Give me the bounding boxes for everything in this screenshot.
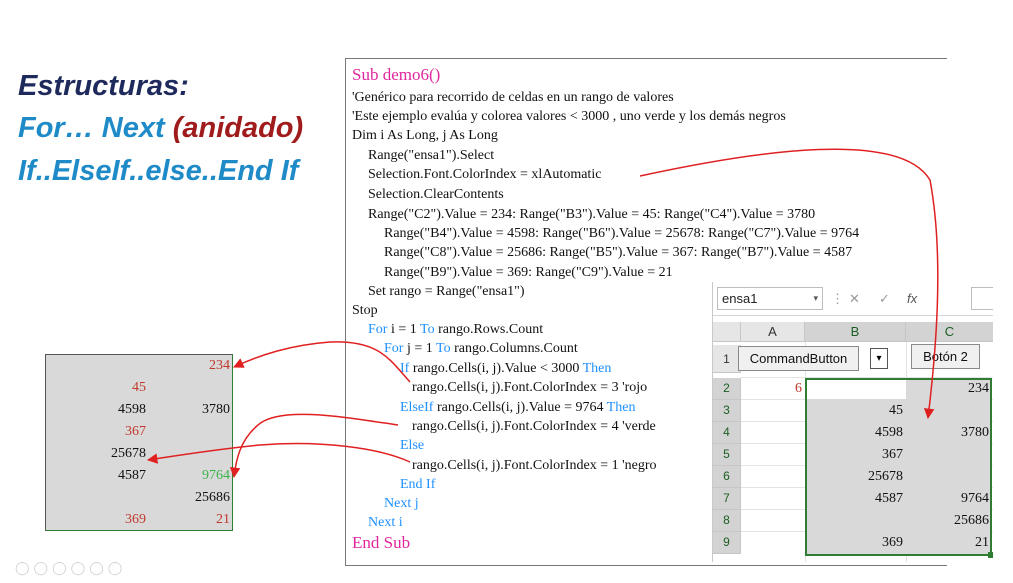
select-all-corner[interactable] — [713, 322, 741, 342]
fill-handle[interactable] — [988, 552, 993, 558]
code-negro: rango.Cells(i, j).Font.ColorIndex = 1 'n… — [412, 458, 657, 473]
formula-bar-icons: ⋮ ✕ ✓ fx — [831, 287, 991, 310]
title-if-elseif: If..ElseIf..else..End If — [18, 155, 299, 187]
title-for-next: For… Next (anidado) — [18, 108, 303, 148]
code-else: Else — [400, 438, 425, 453]
mini-cell: 25686 — [150, 487, 232, 509]
formula-bar: ensa1 ▾ ⋮ ✕ ✓ fx — [713, 282, 993, 316]
name-box[interactable]: ensa1 ▾ — [717, 287, 823, 310]
boton-2-button[interactable]: Botón 2 — [911, 344, 980, 369]
chevron-down-icon: ▾ — [876, 353, 882, 364]
row-header-5[interactable]: 5 — [713, 444, 741, 466]
mini-cell: 234 — [150, 355, 232, 377]
combo-box[interactable]: ▾ — [870, 348, 888, 369]
cancel-icon[interactable]: ✕ — [849, 287, 860, 310]
mini-cell: 367 — [46, 421, 150, 443]
formula-input[interactable] — [971, 287, 993, 310]
mini-cell: 9764 — [150, 465, 232, 487]
mini-cell: 4598 — [46, 399, 150, 421]
kw-then: Then — [606, 400, 636, 415]
title-anidado: (anidado) — [172, 112, 304, 144]
code-line: Range("C2").Value = 234: Range("B3").Val… — [368, 207, 816, 222]
code-text: rango.Columns.Count — [450, 341, 578, 356]
code-text: i = 1 — [387, 322, 420, 337]
code-for-j: For j = 1 To rango.Columns.Count — [384, 339, 578, 358]
result-mini-sheet: 234 45 4598 3780 367 25678 4587 9764 256… — [45, 354, 233, 531]
mini-cell: 25678 — [46, 443, 150, 465]
mini-cell: 369 — [46, 509, 150, 530]
code-if: If rango.Cells(i, j).Value < 3000 Then — [400, 359, 611, 378]
column-header-c[interactable]: C — [906, 322, 993, 342]
code-line: Range("C8").Value = 25686: Range("B5").V… — [384, 245, 853, 260]
code-next-i: Next i — [368, 515, 403, 530]
code-for-i: For i = 1 To rango.Rows.Count — [368, 320, 543, 339]
code-text: rango.Cells(i, j).Value < 3000 — [409, 361, 583, 376]
mini-cell — [150, 443, 232, 465]
row-header-4[interactable]: 4 — [713, 422, 741, 444]
name-box-value: ensa1 — [722, 291, 758, 306]
row-header-1[interactable]: 1 — [713, 345, 741, 373]
row-header-7[interactable]: 7 — [713, 488, 741, 510]
code-dim: Dim i As Long, j As Long — [352, 128, 498, 143]
selection-border — [805, 378, 992, 556]
row-header-9[interactable]: 9 — [713, 532, 741, 554]
code-line: Selection.ClearContents — [368, 187, 504, 202]
row-header-6[interactable]: 6 — [713, 466, 741, 488]
separator-icon: ⋮ — [831, 291, 844, 306]
row-header-2[interactable]: 2 — [713, 378, 741, 400]
column-header-a[interactable]: A — [741, 322, 805, 342]
kw-if: If — [400, 361, 410, 376]
cell-a2[interactable]: 6 — [741, 378, 805, 399]
code-end-sub: End Sub — [352, 533, 411, 552]
mini-cell: 3780 — [150, 399, 232, 421]
row-header-3[interactable]: 3 — [713, 400, 741, 422]
code-stop: Stop — [352, 303, 378, 318]
slide-control-icons: ◯◯◯◯◯◯ — [15, 561, 127, 576]
code-sub-header: Sub demo6() — [352, 65, 441, 84]
kw-to: To — [420, 322, 435, 337]
code-end-if: End If — [400, 477, 436, 492]
kw-then: Then — [582, 361, 612, 376]
mini-cell: 4587 — [46, 465, 150, 487]
code-line: Range("B4").Value = 4598: Range("B6").Va… — [384, 226, 860, 241]
code-next-j: Next j — [384, 496, 419, 511]
mini-cell — [150, 421, 232, 443]
title-for-next-text: For… Next — [18, 112, 173, 144]
code-text: j = 1 — [403, 341, 436, 356]
mini-cell — [46, 355, 150, 377]
kw-elseif: ElseIf — [400, 400, 434, 415]
code-line: Range("B9").Value = 369: Range("C9").Val… — [384, 265, 673, 280]
code-text: rango.Rows.Count — [434, 322, 544, 337]
kw-for: For — [384, 341, 404, 356]
code-comment-1: 'Genérico para recorrido de celdas en un… — [352, 90, 674, 105]
code-comment-2: 'Este ejemplo evalúa y colorea valores <… — [352, 109, 786, 124]
row-header-8[interactable]: 8 — [713, 510, 741, 532]
code-line: Set rango = Range("ensa1") — [368, 284, 525, 299]
title-estructuras: Estructuras: — [18, 70, 189, 102]
enter-icon[interactable]: ✓ — [879, 287, 890, 310]
mini-cell: 45 — [46, 377, 150, 399]
code-text: rango.Cells(i, j).Value = 9764 — [433, 400, 607, 415]
code-elseif: ElseIf rango.Cells(i, j).Value = 9764 Th… — [400, 398, 635, 417]
command-button[interactable]: CommandButton — [738, 346, 859, 371]
chevron-down-icon[interactable]: ▾ — [813, 288, 818, 309]
fx-icon[interactable]: fx — [907, 287, 917, 310]
mini-cell: 21 — [150, 509, 232, 530]
code-line: Range("ensa1").Select — [368, 148, 495, 163]
kw-for: For — [368, 322, 388, 337]
mini-cell — [150, 377, 232, 399]
kw-to: To — [436, 341, 451, 356]
excel-window: ensa1 ▾ ⋮ ✕ ✓ fx A B C 1 2 3 4 5 6 7 8 9 … — [712, 282, 993, 562]
code-verde: rango.Cells(i, j).Font.ColorIndex = 4 'v… — [412, 419, 656, 434]
column-header-b[interactable]: B — [805, 322, 906, 342]
mini-cell — [46, 487, 150, 509]
code-rojo: rango.Cells(i, j).Font.ColorIndex = 3 'r… — [412, 380, 648, 395]
code-line: Selection.Font.ColorIndex = xlAutomatic — [368, 167, 602, 182]
